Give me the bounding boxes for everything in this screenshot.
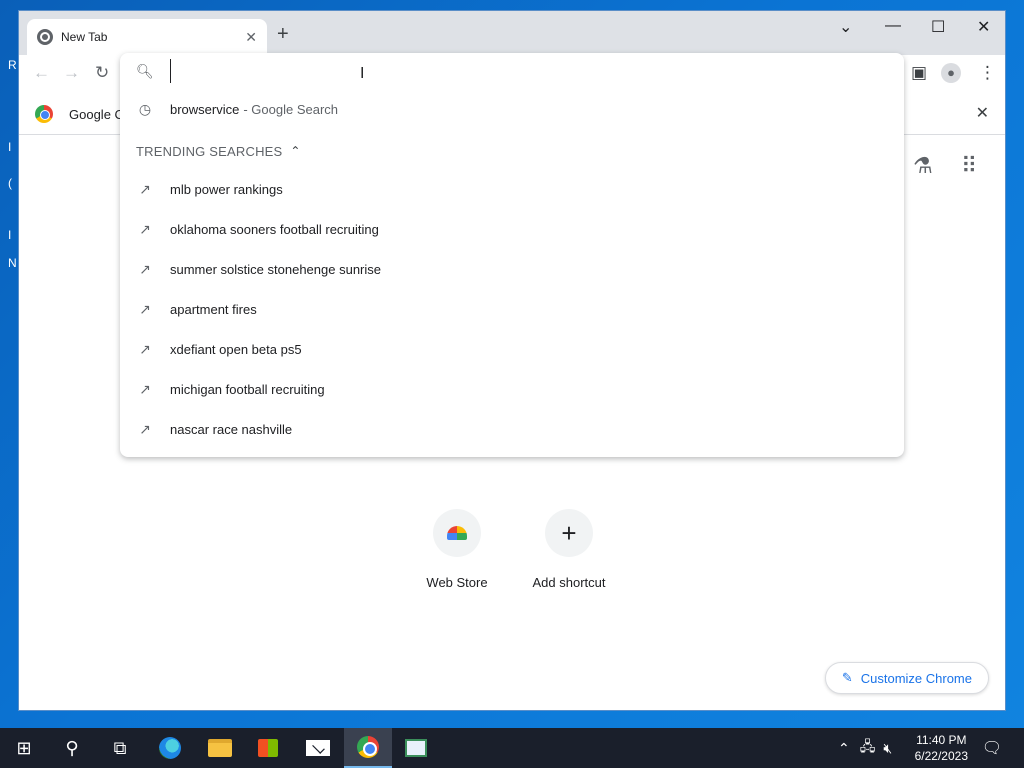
desktop-label-fragment: ( — [8, 176, 12, 190]
windows-start-icon[interactable]: ⊞ — [0, 728, 48, 768]
apps-grid-icon[interactable]: ⠿ — [961, 153, 977, 179]
profile-avatar-icon[interactable]: ● — [941, 63, 961, 83]
shortcut-web-store[interactable]: Web Store — [407, 509, 507, 590]
shortcut-label: Add shortcut — [532, 575, 606, 590]
taskbar: ⊞ ⚲ ⧉ ⌃ 🖧︎ 🔇︎ 11:40 PM 6/22/2023 🗨︎ — [0, 728, 1024, 768]
history-icon: ◷ — [138, 100, 152, 117]
tray-overflow-chevron-icon[interactable]: ⌃ — [838, 740, 850, 757]
network-icon[interactable]: 🖧︎ — [860, 736, 876, 760]
trending-item[interactable]: ↗ oklahoma sooners football recruiting — [120, 209, 904, 249]
trending-text: nascar race nashville — [170, 421, 293, 437]
close-tab-icon[interactable]: ✕ — [245, 29, 257, 46]
edge-icon[interactable] — [146, 728, 194, 768]
trending-item[interactable]: ↗ michigan football recruiting — [120, 369, 904, 409]
trending-text: michigan football recruiting — [170, 381, 325, 397]
clock-time: 11:40 PM — [916, 733, 967, 747]
trending-arrow-icon: ↗ — [139, 340, 151, 357]
collapse-chevron-icon[interactable]: ⌃ — [290, 144, 300, 158]
suggestion-subtext: - Google Search — [243, 101, 339, 117]
trending-item[interactable]: ↗ xdefiant open beta ps5 — [120, 329, 904, 369]
shortcut-label: Web Store — [426, 575, 488, 590]
chrome-logo-icon — [35, 105, 53, 123]
microsoft-store-icon[interactable] — [244, 728, 292, 768]
reload-icon[interactable]: ↻ — [95, 63, 109, 83]
trending-text: xdefiant open beta ps5 — [170, 341, 302, 357]
search-icon: 🔍︎ — [136, 63, 154, 79]
forward-arrow-icon[interactable]: → — [63, 63, 80, 83]
trending-arrow-icon: ↗ — [139, 420, 151, 437]
trending-arrow-icon: ↗ — [139, 220, 151, 237]
maximize-button[interactable]: ☐ — [931, 17, 945, 37]
tab-new-tab[interactable]: New Tab ✕ — [27, 19, 267, 55]
omnibox-input[interactable] — [170, 59, 870, 83]
chrome-taskbar-icon[interactable] — [344, 728, 392, 768]
side-panel-icon[interactable]: ▣ — [911, 63, 927, 83]
chrome-favicon-icon — [37, 29, 53, 45]
menu-kebab-icon[interactable]: ⋮ — [979, 63, 996, 83]
suggestion-text: browservice — [170, 101, 240, 117]
desktop-label-fragment: R — [8, 58, 17, 72]
trending-text: mlb power rankings — [170, 181, 283, 197]
tab-search-icon[interactable]: ⌄ — [839, 17, 852, 37]
trending-text: oklahoma sooners football recruiting — [170, 221, 379, 237]
app-taskbar-icon[interactable] — [392, 728, 440, 768]
trending-title: TRENDING SEARCHES — [136, 143, 283, 159]
trending-item[interactable]: ↗ apartment fires — [120, 289, 904, 329]
shortcut-add[interactable]: + Add shortcut — [519, 509, 619, 590]
clock-date: 6/22/2023 — [914, 749, 968, 763]
trending-item[interactable]: ↗ summer solstice stonehenge sunrise — [120, 249, 904, 289]
desktop-label-fragment: I — [8, 140, 12, 154]
bookmark-label: Google C — [69, 106, 124, 122]
system-tray: ⌃ 🖧︎ 🔇︎ — [838, 728, 892, 768]
add-shortcut-tile: + — [545, 509, 593, 557]
trending-item[interactable]: ↗ mlb power rankings — [120, 169, 904, 209]
trending-header: TRENDING SEARCHES ⌃ — [136, 141, 301, 161]
new-tab-button[interactable]: + — [277, 23, 289, 46]
minimize-button[interactable]: — — [885, 17, 901, 35]
bookmark-google-chrome[interactable]: Google C — [35, 105, 124, 123]
file-explorer-icon[interactable] — [196, 728, 244, 768]
labs-flask-icon[interactable]: ⚗ — [913, 153, 933, 179]
text-cursor-icon: I — [360, 65, 365, 82]
title-bar: New Tab ✕ + ⌄ — ☐ ✕ — [19, 11, 1005, 55]
trending-item[interactable]: ↗ nascar race nashville — [120, 409, 904, 449]
notifications-icon[interactable]: 🗨︎ — [968, 728, 1016, 768]
trending-text: summer solstice stonehenge sunrise — [170, 261, 381, 277]
customize-chrome-button[interactable]: ✎ Customize Chrome — [824, 662, 989, 694]
customize-label: Customize Chrome — [860, 670, 972, 686]
tab-title: New Tab — [61, 30, 108, 44]
omnibox-dropdown: 🔍︎ I ◷ browservice - Google Search TREND… — [120, 53, 904, 457]
trending-arrow-icon: ↗ — [139, 380, 151, 397]
pencil-icon: ✎ — [841, 670, 853, 685]
suggestion-row[interactable]: ◷ browservice - Google Search — [120, 89, 904, 129]
trending-text: apartment fires — [170, 301, 257, 317]
task-view-icon[interactable]: ⧉ — [96, 728, 144, 768]
back-arrow-icon[interactable]: ← — [33, 63, 50, 83]
close-infobar-icon[interactable]: ✕ — [976, 103, 989, 123]
trending-arrow-icon: ↗ — [139, 300, 151, 317]
omnibox-row: 🔍︎ I — [120, 53, 904, 89]
trending-arrow-icon: ↗ — [139, 180, 151, 197]
webstore-tile — [433, 509, 481, 557]
webstore-icon — [447, 526, 467, 540]
search-icon[interactable]: ⚲ — [48, 728, 96, 768]
mail-icon[interactable] — [294, 728, 342, 768]
desktop-label-fragment: I — [8, 228, 12, 242]
plus-icon: + — [561, 517, 577, 548]
clock[interactable]: 11:40 PM 6/22/2023 — [915, 732, 968, 764]
volume-muted-icon[interactable]: 🔇︎ — [883, 740, 892, 757]
close-window-button[interactable]: ✕ — [977, 17, 990, 37]
desktop-label-fragment: N — [8, 256, 17, 270]
trending-arrow-icon: ↗ — [139, 260, 151, 277]
